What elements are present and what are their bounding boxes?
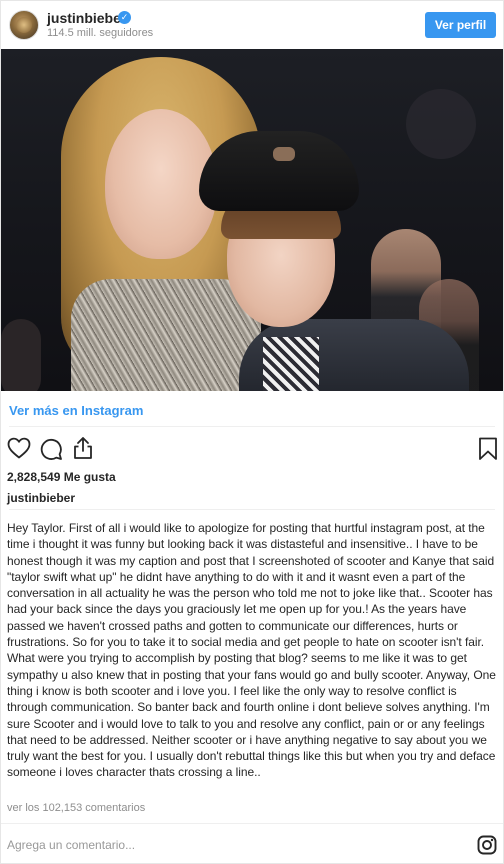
avatar[interactable] (9, 10, 39, 40)
bookmark-icon[interactable] (478, 437, 498, 461)
instagram-icon[interactable] (477, 835, 497, 860)
heart-icon[interactable] (7, 437, 31, 459)
verified-badge-icon: ✓ (118, 11, 131, 24)
caption-username[interactable]: justinbieber (7, 491, 75, 505)
comment-icon[interactable] (39, 437, 63, 461)
comment-bar (1, 823, 503, 864)
view-comments-link[interactable]: ver los 102,153 comentarios (7, 802, 145, 814)
comment-input[interactable] (7, 836, 447, 854)
share-icon[interactable] (72, 436, 94, 460)
view-profile-button[interactable]: Ver perfil (425, 12, 496, 38)
divider (9, 509, 495, 510)
photo-background-shape (1, 319, 41, 391)
instagram-embed-card: justinbieber ✓ 114.5 mill. seguidores Ve… (0, 0, 504, 864)
photo-hat-logo (273, 147, 295, 161)
photo-background-shape (406, 89, 476, 159)
like-count[interactable]: 2,828,549 Me gusta (7, 470, 116, 484)
photo-woman-dress (71, 279, 261, 391)
post-caption: Hey Taylor. First of all i would like to… (7, 521, 496, 780)
username[interactable]: justinbieber (47, 10, 126, 26)
post-photo[interactable] (1, 49, 503, 391)
post-header: justinbieber ✓ 114.5 mill. seguidores Ve… (1, 1, 503, 49)
view-more-on-instagram-link[interactable]: Ver más en Instagram (9, 403, 143, 418)
follower-count: 114.5 mill. seguidores (47, 27, 154, 39)
photo-boy-hat (199, 131, 359, 211)
divider (9, 426, 495, 427)
photo-boy-shirt (263, 337, 319, 391)
